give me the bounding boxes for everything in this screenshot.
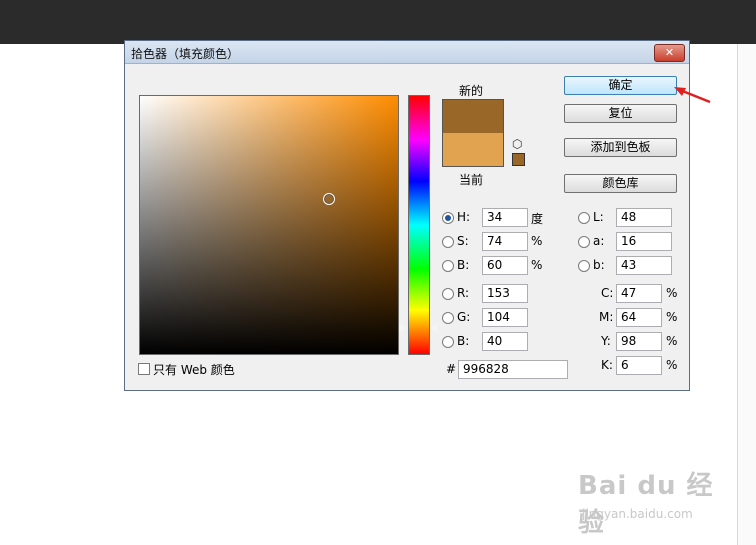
hex-input[interactable]: 996828 bbox=[458, 360, 568, 379]
h-label: H: bbox=[457, 210, 471, 224]
dialog-titlebar[interactable]: 拾色器（填充颜色） ✕ bbox=[125, 41, 689, 64]
red-pointer-arrow-icon bbox=[674, 87, 711, 104]
watermark-brand: Bai du 经验 bbox=[578, 471, 714, 538]
current-color-swatch[interactable] bbox=[442, 133, 504, 167]
brightness-unit: % bbox=[531, 258, 543, 272]
r-input[interactable]: 153 bbox=[482, 284, 528, 303]
brightness-input[interactable]: 60 bbox=[482, 256, 528, 275]
brightness-label: B: bbox=[457, 258, 470, 272]
m-label: M: bbox=[599, 310, 614, 324]
k-unit: % bbox=[666, 358, 678, 372]
blue-radio[interactable] bbox=[442, 336, 454, 348]
web-only-label: 只有 Web 颜色 bbox=[153, 363, 235, 377]
s-unit: % bbox=[531, 234, 543, 248]
s-input[interactable]: 74 bbox=[482, 232, 528, 251]
l-label: L: bbox=[593, 210, 604, 224]
watermark-url: jingyan.baidu.com bbox=[582, 507, 693, 521]
s-label: S: bbox=[457, 234, 469, 248]
r-label: R: bbox=[457, 286, 470, 300]
web-only-checkbox[interactable] bbox=[138, 363, 150, 375]
a-label: a: bbox=[593, 234, 605, 248]
k-input[interactable]: 6 bbox=[616, 356, 662, 375]
color-picker-dialog: 拾色器（填充颜色） ✕ 新的 当前 ⬡ 确定 复位 添加到色板 颜色库 H: 3… bbox=[124, 40, 690, 391]
reset-button[interactable]: 复位 bbox=[564, 104, 677, 123]
blue-input[interactable]: 40 bbox=[482, 332, 528, 351]
s-radio[interactable] bbox=[442, 236, 454, 248]
y-input[interactable]: 98 bbox=[616, 332, 662, 351]
g-label: G: bbox=[457, 310, 471, 324]
hue-slider-right-arrow[interactable] bbox=[430, 323, 437, 333]
m-input[interactable]: 64 bbox=[616, 308, 662, 327]
new-color-swatch bbox=[442, 99, 504, 134]
color-libraries-button[interactable]: 颜色库 bbox=[564, 174, 677, 193]
k-label: K: bbox=[601, 358, 613, 372]
saturation-brightness-field[interactable] bbox=[139, 95, 399, 355]
h-radio[interactable] bbox=[442, 212, 454, 224]
c-unit: % bbox=[666, 286, 678, 300]
canvas-right-edge bbox=[737, 44, 756, 545]
h-unit: 度 bbox=[531, 212, 544, 226]
baidu-jingyan-watermark: Bai du 经验 jingyan.baidu.com bbox=[578, 465, 738, 538]
dialog-title: 拾色器（填充颜色） bbox=[131, 47, 240, 61]
lab-b-label: b: bbox=[593, 258, 605, 272]
close-button[interactable]: ✕ bbox=[654, 44, 685, 62]
hue-slider[interactable] bbox=[408, 95, 430, 355]
l-input[interactable]: 48 bbox=[616, 208, 672, 227]
web-safe-color-swatch[interactable] bbox=[512, 153, 525, 166]
lab-b-input[interactable]: 43 bbox=[616, 256, 672, 275]
hue-slider-left-arrow[interactable] bbox=[399, 323, 406, 333]
ok-button[interactable]: 确定 bbox=[564, 76, 677, 95]
l-radio[interactable] bbox=[578, 212, 590, 224]
a-input[interactable]: 16 bbox=[616, 232, 672, 251]
y-label: Y: bbox=[601, 334, 611, 348]
canvas-background bbox=[0, 44, 124, 545]
c-input[interactable]: 47 bbox=[616, 284, 662, 303]
c-label: C: bbox=[601, 286, 614, 300]
lab-b-radio[interactable] bbox=[578, 260, 590, 272]
brightness-radio[interactable] bbox=[442, 260, 454, 272]
hex-label: # bbox=[446, 362, 457, 376]
m-unit: % bbox=[666, 310, 678, 324]
g-input[interactable]: 104 bbox=[482, 308, 528, 327]
current-color-label: 当前 bbox=[459, 173, 484, 187]
y-unit: % bbox=[666, 334, 678, 348]
app-topbar bbox=[0, 0, 756, 44]
r-radio[interactable] bbox=[442, 288, 454, 300]
g-radio[interactable] bbox=[442, 312, 454, 324]
blue-label: B: bbox=[457, 334, 470, 348]
color-cursor[interactable] bbox=[323, 193, 335, 205]
h-input[interactable]: 34 bbox=[482, 208, 528, 227]
add-to-swatches-button[interactable]: 添加到色板 bbox=[564, 138, 677, 157]
new-color-label: 新的 bbox=[459, 84, 484, 98]
out-of-web-gamut-cube-icon[interactable]: ⬡ bbox=[512, 137, 522, 151]
a-radio[interactable] bbox=[578, 236, 590, 248]
